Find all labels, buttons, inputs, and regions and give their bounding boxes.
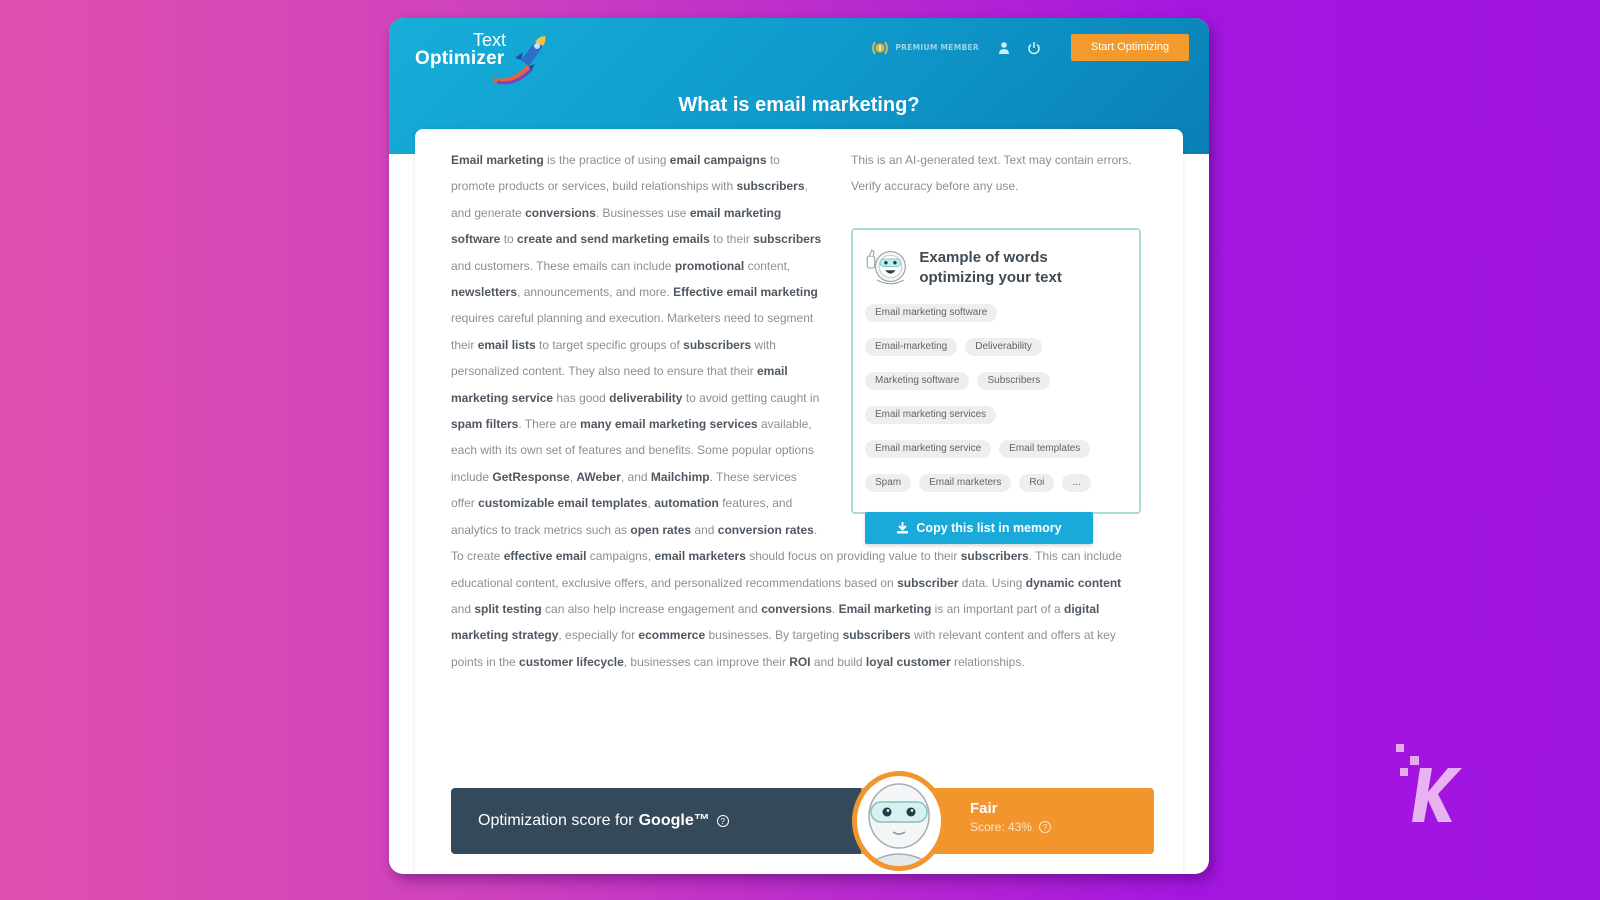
keywords-card: Example of words optimizing your text Em… — [851, 227, 1141, 544]
keyword-highlight: conversions — [761, 601, 832, 616]
premium-label: PREMIUM MEMBER — [895, 43, 979, 52]
keyword-highlight: subscribers — [960, 549, 1029, 564]
keyword-highlight: ROI — [789, 654, 811, 669]
keyword-highlight: Mailchimp — [650, 469, 710, 484]
keyword-highlight: email marketers — [654, 549, 746, 564]
keyword-highlight: ecommerce — [638, 628, 706, 643]
sidebar-column: This is an AI-generated text. Text may c… — [851, 147, 1141, 544]
keyword-chip[interactable]: Marketing software — [865, 371, 970, 390]
keyword-highlight: email campaigns — [669, 153, 767, 167]
keyword-highlight: Email marketing — [451, 153, 544, 167]
keyword-highlight: loyal customer — [865, 654, 951, 669]
start-optimizing-button[interactable]: Start Optimizing — [1071, 34, 1189, 61]
keyword-highlight: newsletters — [451, 285, 518, 300]
keyword-chip[interactable]: Email marketing service — [865, 439, 992, 458]
keyword-highlight: dynamic content — [1025, 575, 1122, 590]
keyword-chip[interactable]: Email templates — [999, 439, 1091, 458]
copy-list-button[interactable]: Copy this list in memory — [865, 511, 1093, 544]
keyword-chip[interactable]: Roi — [1019, 473, 1055, 492]
keyword-highlight: subscriber — [897, 575, 959, 590]
keyword-highlight: customizable email templates — [478, 496, 648, 511]
keyword-highlight: Effective email marketing — [673, 285, 818, 300]
score-rating: Fair — [970, 800, 998, 817]
score-label-brand: Google™ — [638, 812, 710, 829]
keyword-highlight: effective email — [503, 549, 587, 564]
score-help-icon[interactable]: ? — [1039, 821, 1052, 833]
keyword-highlight: deliverability — [609, 390, 683, 405]
keyword-chip[interactable]: Email marketing software — [865, 303, 998, 322]
content-panel: This is an AI-generated text. Text may c… — [415, 129, 1183, 874]
keyword-highlight: automation — [654, 496, 719, 511]
keyword-highlight: subscribers — [753, 232, 822, 247]
keyword-chips: Email marketing software Email-marketing D… — [865, 303, 1125, 492]
keyword-highlight: subscribers — [842, 628, 911, 643]
article: This is an AI-generated text. Text may c… — [451, 147, 1141, 675]
download-icon — [897, 522, 909, 534]
keyword-highlight: customer lifecycle — [519, 654, 624, 669]
keyword-highlight: conversions — [525, 205, 596, 220]
keyword-chip[interactable]: Spam — [865, 473, 912, 492]
keyword-chip[interactable]: Email-marketing — [865, 337, 958, 356]
keyword-chip[interactable]: Email marketing services — [865, 405, 997, 424]
more-keywords-chip[interactable]: ... — [1062, 473, 1091, 492]
user-icon[interactable] — [997, 41, 1011, 55]
keyword-chip[interactable]: Deliverability — [965, 337, 1042, 356]
keyword-highlight: spam filters — [451, 417, 519, 432]
optimization-score-bar: Optimization score for Google™ ? Fair Sc… — [451, 771, 1154, 871]
score-value: Score: 43% ? — [970, 820, 1154, 834]
keyword-highlight: open rates — [630, 522, 692, 537]
keyword-highlight: create and send marketing emails — [517, 232, 710, 247]
keyword-highlight: promotional — [674, 258, 745, 273]
keyword-highlight: conversion rates — [717, 522, 814, 537]
keyword-highlight: Email marketing — [838, 601, 932, 616]
power-icon[interactable] — [1027, 41, 1041, 55]
logo[interactable]: Text Optimizer — [415, 30, 555, 86]
robot-thumbs-up-icon — [866, 249, 906, 285]
top-navigation: PREMIUM MEMBER Start Optimizing — [870, 34, 1189, 61]
keyword-highlight: GetResponse — [492, 469, 570, 484]
keywords-card-title: Example of words optimizing your text — [919, 248, 1062, 286]
page-title: What is email marketing? — [678, 94, 920, 116]
laurel-medal-icon — [872, 40, 889, 55]
app-window: Text Optimizer PREMIUM MEMBER Start Opti… — [389, 18, 1209, 874]
keyword-highlight: AWeber — [576, 469, 621, 484]
keywords-card-header: Example of words optimizing your text — [865, 240, 1125, 296]
keyword-highlight: subscribers — [683, 337, 752, 352]
knowtechie-k-logo-icon — [1396, 744, 1462, 822]
premium-badge[interactable]: PREMIUM MEMBER — [870, 38, 979, 58]
copy-list-label: Copy this list in memory — [916, 520, 1062, 535]
keyword-chip[interactable]: Email marketers — [919, 473, 1012, 492]
keyword-highlight: split testing — [474, 601, 542, 616]
keyword-highlight: many email marketing services — [580, 417, 758, 432]
score-label-section: Optimization score for Google™ ? — [451, 788, 861, 854]
keyword-chip[interactable]: Subscribers — [977, 371, 1051, 390]
score-text: Score: 43% — [970, 820, 1033, 834]
keyword-highlight: email lists — [477, 337, 536, 352]
robot-avatar-icon — [852, 771, 946, 871]
keyword-highlight: subscribers — [736, 179, 805, 194]
ai-disclaimer: This is an AI-generated text. Text may c… — [851, 153, 1132, 194]
score-label-prefix: Optimization score for — [478, 812, 634, 829]
rocket-icon — [492, 36, 546, 85]
help-icon[interactable]: ? — [716, 815, 729, 827]
